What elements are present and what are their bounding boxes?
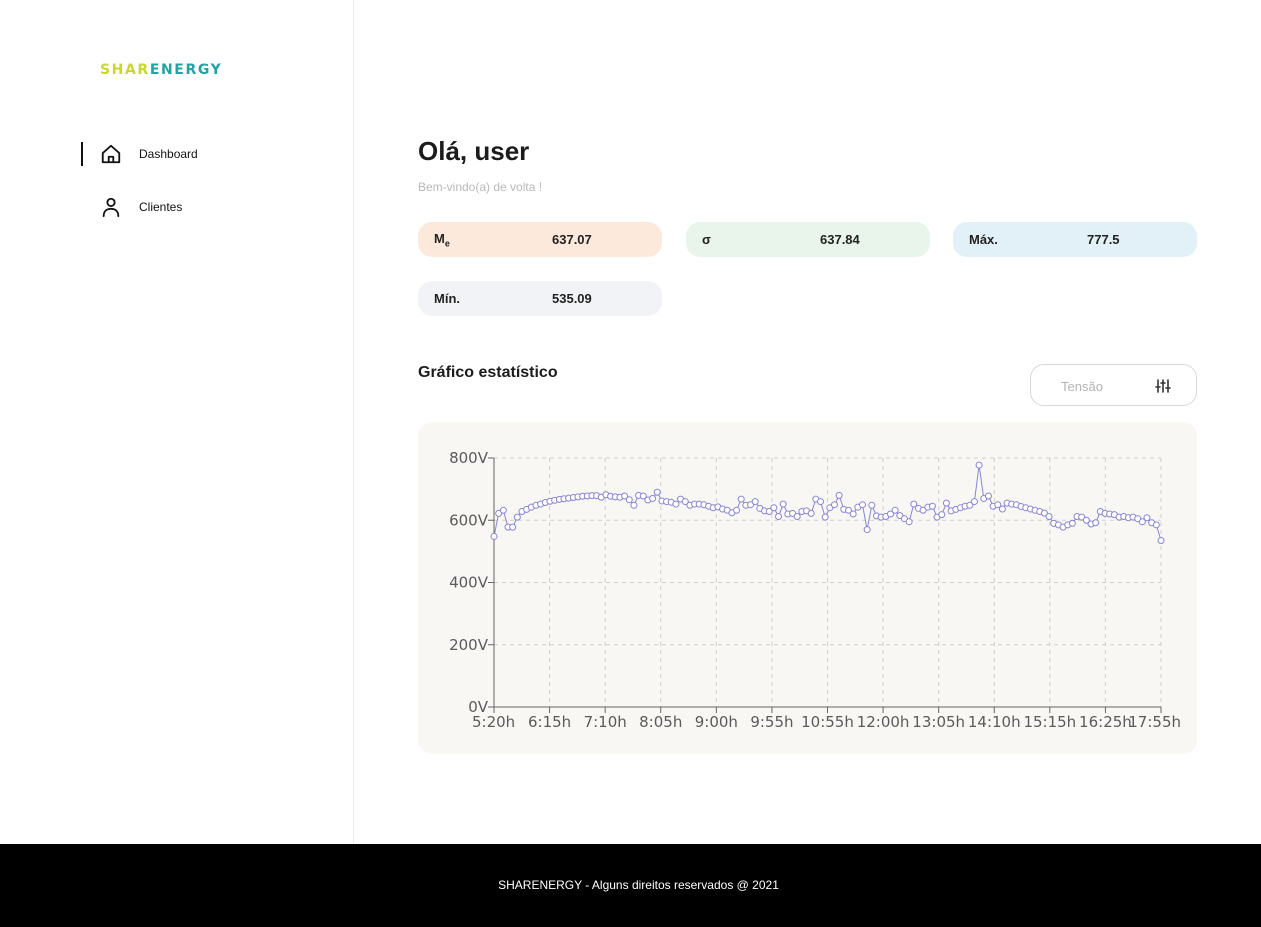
data-point (835, 491, 843, 499)
chart-section-title: Gráfico estatístico (418, 364, 558, 381)
data-point (1152, 521, 1160, 529)
data-point (905, 518, 913, 526)
data-point (1068, 519, 1076, 527)
data-point (775, 513, 783, 521)
x-tick-label: 17:55h (1128, 713, 1181, 731)
data-point (653, 488, 661, 496)
stat-card-std: σ 637.84 (686, 222, 930, 257)
sliders-icon[interactable] (1155, 378, 1171, 394)
x-tick-label: 5:20h (472, 713, 515, 731)
x-tick-label: 12:00h (857, 713, 910, 731)
data-point (509, 523, 517, 531)
stat-value: 535.09 (552, 291, 592, 306)
brand-logo[interactable]: SHARENERGY (100, 62, 222, 78)
x-tick-label: 9:55h (750, 713, 793, 731)
stat-key: σ (702, 232, 711, 247)
stat-card-mean: Me 637.07 (418, 222, 662, 257)
voltage-chart-card: 0V 200V 400V 600V 800V 5:20h 6:15h 7:10h 8:05h 9:… (418, 422, 1197, 754)
x-tick-label: 16:25h (1079, 713, 1132, 731)
stat-card-min: Mín. 535.09 (418, 281, 662, 316)
brand-logo-part2: ENERGY (149, 62, 223, 78)
x-tick-label: 9:00h (695, 713, 738, 731)
sidebar-item-clientes[interactable]: Clientes (100, 195, 182, 219)
stat-key: Mín. (434, 291, 460, 306)
data-point (975, 461, 983, 469)
stat-value: 637.84 (820, 232, 860, 247)
x-tick-label: 7:10h (584, 713, 627, 731)
data-point (630, 501, 638, 509)
data-point (672, 500, 680, 508)
data-point (490, 532, 498, 540)
user-icon (100, 196, 122, 218)
sidebar: SHARENERGY Dashboard Clientes (0, 0, 354, 844)
sidebar-item-dashboard[interactable]: Dashboard (100, 142, 198, 166)
data-point (830, 501, 838, 509)
data-point (849, 510, 857, 518)
data-point (751, 498, 759, 506)
data-point (858, 501, 866, 509)
data-point (863, 526, 871, 534)
page-subtitle: Bem-vindo(a) de volta ! (418, 180, 543, 194)
home-icon (100, 143, 122, 165)
data-point (649, 494, 657, 502)
data-point (998, 505, 1006, 513)
main-content: Olá, user Bem-vindo(a) de volta ! Me 637… (354, 0, 1261, 844)
data-point (499, 506, 507, 514)
data-point (821, 513, 829, 521)
sidebar-item-label: Clientes (139, 200, 183, 214)
data-point (1092, 519, 1100, 527)
data-point (733, 506, 741, 514)
data-point (970, 498, 978, 506)
data-point (938, 511, 946, 519)
data-point (891, 506, 899, 514)
x-tick-label: 10:55h (801, 713, 854, 731)
data-point (807, 509, 815, 517)
data-point (817, 498, 825, 506)
y-tick-label: 800V (449, 449, 489, 467)
stat-value: 637.07 (552, 232, 592, 247)
nav-active-indicator (81, 142, 83, 166)
data-point (513, 513, 521, 521)
y-tick-label: 200V (449, 636, 489, 654)
x-tick-label: 6:15h (528, 713, 571, 731)
data-point (770, 504, 778, 512)
x-tick-label: 15:15h (1023, 713, 1076, 731)
data-point (942, 499, 950, 507)
sidebar-item-label: Dashboard (139, 147, 198, 161)
stat-key: Me (434, 230, 450, 249)
y-tick-label: 400V (449, 574, 489, 592)
x-tick-label: 8:05h (639, 713, 682, 731)
stat-card-max: Máx. 777.5 (953, 222, 1197, 257)
data-point (793, 513, 801, 521)
footer-text: SHARENERGY - Alguns direitos reservados … (498, 878, 779, 892)
y-tick-label: 600V (449, 511, 489, 529)
page-title: Olá, user (418, 136, 530, 166)
data-point (984, 492, 992, 500)
x-tick-label: 14:10h (968, 713, 1021, 731)
voltage-line-chart: 0V200V400V600V800V5:20h 6:15h 7:10h 8:05h 9:… (449, 449, 1181, 731)
data-point (1157, 536, 1165, 544)
measure-select[interactable]: Tensão (1030, 364, 1197, 406)
data-point (737, 495, 745, 503)
footer: SHARENERGY - Alguns direitos reservados … (0, 844, 1261, 927)
data-point (928, 502, 936, 510)
data-point (1143, 514, 1151, 522)
stat-key: Máx. (969, 232, 998, 247)
data-point (625, 496, 633, 504)
data-point (779, 500, 787, 508)
data-point (868, 501, 876, 509)
stat-value: 777.5 (1087, 232, 1120, 247)
x-tick-label: 13:05h (912, 713, 965, 731)
data-point (1045, 513, 1053, 521)
measure-select-placeholder: Tensão (1061, 379, 1103, 394)
brand-logo-part1: SHAR (100, 62, 150, 78)
